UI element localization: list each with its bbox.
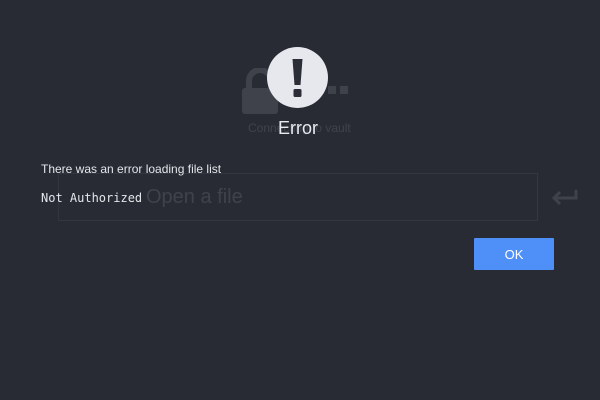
dialog-message: There was an error loading file list <box>41 162 222 176</box>
enter-icon <box>550 188 580 208</box>
dialog-title: Error <box>278 118 318 138</box>
exclamation-icon <box>267 47 328 108</box>
app-window: Connecting to vault Open a file Error Th… <box>0 0 600 400</box>
ok-button[interactable]: OK <box>474 238 554 270</box>
dialog-detail: Not Authorized <box>41 191 143 205</box>
file-search-placeholder: Open a file <box>146 186 243 208</box>
